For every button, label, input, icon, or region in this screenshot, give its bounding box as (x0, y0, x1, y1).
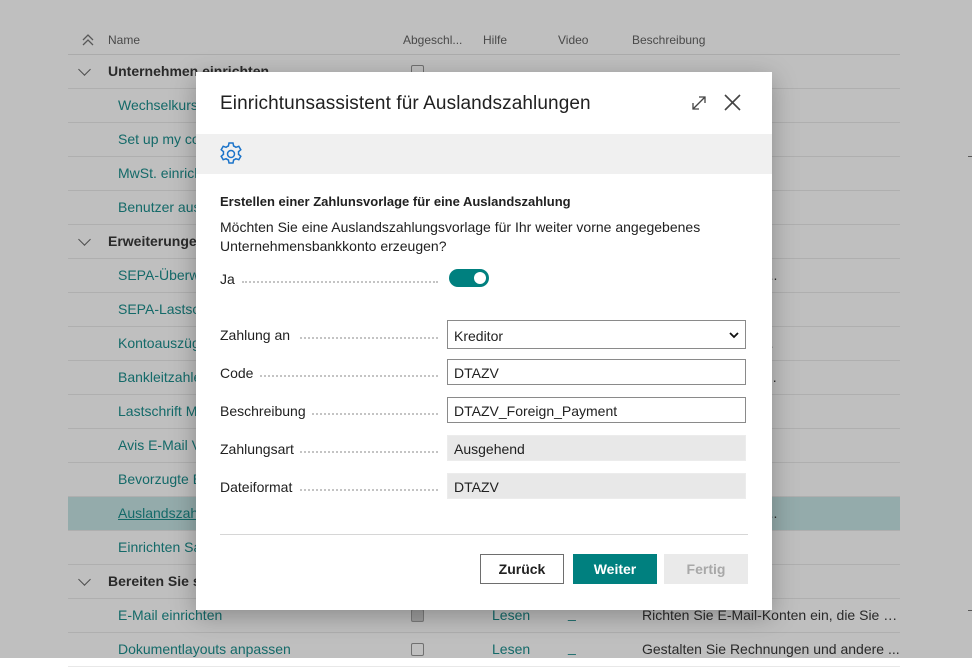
label-leader (260, 373, 438, 377)
label-leader (242, 279, 438, 283)
foreign-payment-setup-dialog: Einrichtunsassistent für Auslandszahlung… (196, 72, 772, 610)
footer-divider (220, 534, 748, 535)
section-description: Möchten Sie eine Auslandszahlungsvorlage… (220, 219, 701, 254)
payment-type-label: Zahlungsart (220, 441, 294, 457)
label-leader (300, 487, 438, 491)
header-band (196, 134, 772, 174)
description-input[interactable]: DTAZV_Foreign_Payment (447, 397, 746, 423)
next-button[interactable]: Weiter (573, 554, 657, 584)
payment-type-field: Ausgehend (447, 435, 746, 461)
create-template-toggle[interactable] (449, 269, 489, 287)
chevron-down-icon (729, 332, 739, 339)
payment-to-value: Kreditor (454, 328, 504, 344)
back-button[interactable]: Zurück (480, 554, 564, 584)
payment-to-label: Zahlung an (220, 327, 291, 343)
payment-to-select[interactable]: Kreditor (447, 320, 746, 349)
file-format-field: DTAZV (447, 473, 746, 499)
label-leader (300, 335, 438, 339)
toggle-knob (474, 272, 486, 284)
label-leader (300, 449, 438, 453)
finish-button: Fertig (664, 554, 748, 584)
code-input[interactable]: DTAZV (447, 359, 746, 385)
label-leader (312, 411, 438, 415)
section-title: Erstellen einer Zahlunsvorlage für eine … (220, 194, 571, 209)
close-icon[interactable] (723, 93, 742, 112)
code-label: Code (220, 365, 254, 381)
toggle-label: Ja (220, 271, 235, 287)
gear-icon (220, 142, 242, 164)
dialog-title: Einrichtunsassistent für Auslandszahlung… (220, 93, 591, 114)
expand-icon[interactable] (690, 94, 708, 112)
description-label: Beschreibung (220, 403, 306, 419)
file-format-label: Dateiformat (220, 479, 293, 495)
